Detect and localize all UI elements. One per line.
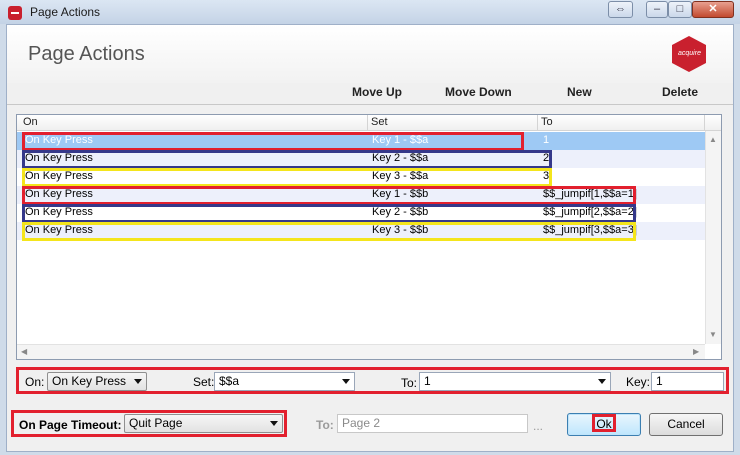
chevron-down-icon xyxy=(342,379,350,384)
scroll-down-arrow-icon[interactable]: ▼ xyxy=(709,330,717,339)
timeout-to-input[interactable]: Page 2 xyxy=(337,414,528,433)
cell-to: 1 xyxy=(543,134,550,146)
highlight-box-blue xyxy=(22,204,636,223)
move-down-button[interactable]: Move Down xyxy=(445,85,512,99)
key-label: Key: xyxy=(626,375,651,389)
set-dropdown-value: $$a xyxy=(219,374,240,388)
highlight-box-red xyxy=(22,186,636,205)
minimize-button[interactable]: – xyxy=(646,1,668,18)
scroll-up-arrow-icon[interactable]: ▲ xyxy=(709,135,717,144)
scroll-left-arrow-icon[interactable]: ◀ xyxy=(21,347,27,356)
scroll-right-arrow-icon[interactable]: ▶ xyxy=(693,347,699,356)
on-label: On: xyxy=(25,375,45,389)
highlight-box-yellow xyxy=(22,168,552,187)
highlight-box-blue xyxy=(22,150,552,169)
key-input[interactable]: 1 xyxy=(651,372,724,391)
column-header-on[interactable]: On xyxy=(23,116,38,128)
page-timeout-label: On Page Timeout: xyxy=(19,418,122,432)
browse-button[interactable]: ... xyxy=(533,419,543,433)
close-button[interactable]: ✕ xyxy=(692,1,734,18)
column-header-set[interactable]: Set xyxy=(371,116,388,128)
restore-arrows-icon[interactable]: ⇔ xyxy=(608,1,633,18)
column-divider xyxy=(367,115,368,131)
on-dropdown[interactable]: On Key Press xyxy=(47,372,147,391)
page-timeout-value: Quit Page xyxy=(129,416,183,430)
set-label: Set: xyxy=(193,375,215,389)
page-timeout-dropdown[interactable]: Quit Page xyxy=(124,414,283,433)
window-title: Page Actions xyxy=(30,5,101,19)
to-dropdown-value: 1 xyxy=(424,374,431,388)
timeout-to-label: To: xyxy=(316,418,334,432)
column-divider xyxy=(537,115,538,131)
new-button[interactable]: New xyxy=(567,85,592,99)
on-dropdown-value: On Key Press xyxy=(52,374,127,388)
vertical-scrollbar[interactable] xyxy=(705,131,721,344)
cancel-button[interactable]: Cancel xyxy=(649,413,723,436)
to-dropdown[interactable]: 1 xyxy=(419,372,611,391)
to-label: To: xyxy=(401,376,418,390)
horizontal-scrollbar[interactable] xyxy=(17,344,705,359)
delete-button[interactable]: Delete xyxy=(662,85,698,99)
column-header-to[interactable]: To xyxy=(541,116,553,128)
chevron-down-icon xyxy=(598,379,606,384)
highlight-box-red xyxy=(22,132,524,151)
column-divider xyxy=(704,115,705,131)
chevron-down-icon xyxy=(270,421,278,426)
app-icon xyxy=(8,6,22,20)
set-dropdown[interactable]: $$a xyxy=(214,372,355,391)
grid-header xyxy=(17,115,721,131)
page-title: Page Actions xyxy=(28,43,145,65)
move-up-button[interactable]: Move Up xyxy=(352,85,402,99)
highlight-box-yellow xyxy=(22,222,636,241)
highlight-box-red xyxy=(592,414,616,432)
maximize-button[interactable]: □ xyxy=(668,1,692,18)
chevron-down-icon xyxy=(134,379,142,384)
